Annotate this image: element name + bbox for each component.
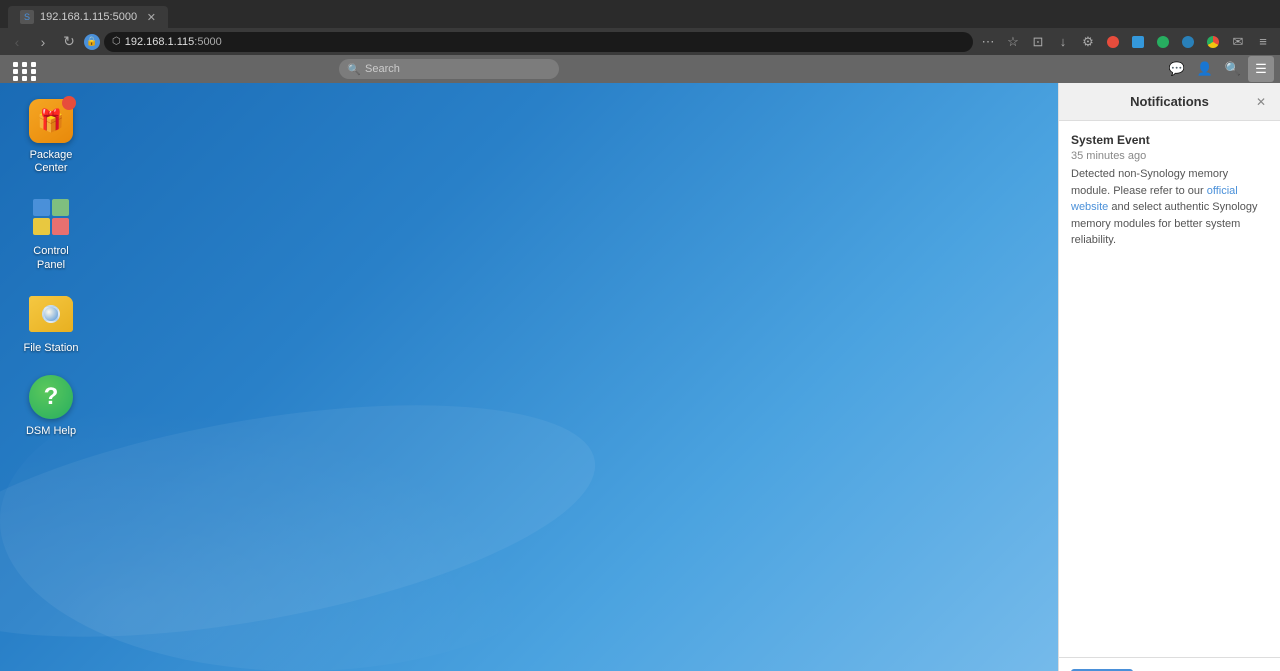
grid-dot — [13, 62, 18, 67]
ctrl-tile-2 — [52, 199, 69, 216]
grid-dot — [31, 76, 36, 81]
address-text: 192.168.1.115:5000 — [125, 36, 222, 48]
notifications-close-button[interactable]: ✕ — [1252, 93, 1270, 111]
ext-green-icon[interactable] — [1152, 31, 1174, 53]
ext-blue-icon[interactable] — [1177, 31, 1199, 53]
ctrl-tile-1 — [33, 199, 50, 216]
tab-close[interactable]: ✕ — [147, 11, 156, 24]
search-icon: 🔍 — [347, 63, 361, 76]
notification-text-before: Detected non-Synology memory module. Ple… — [1071, 168, 1228, 197]
dsm-taskbar: 🔍 💬 👤 🔍 ☰ — [0, 55, 1280, 83]
notifications-panel: Notifications ✕ System Event 35 minutes … — [1058, 83, 1280, 671]
back-button[interactable]: ‹ — [6, 31, 28, 53]
ext-red-icon[interactable] — [1102, 31, 1124, 53]
browser-nav: ‹ › ↻ 🔒 ⬡ 192.168.1.115:5000 ⋯ ☆ ⊡ ↓ ⚙ ✉… — [0, 28, 1280, 55]
nav-right-icons: ⋯ ☆ ⊡ ↓ ⚙ ✉ ≡ — [977, 31, 1274, 53]
download-button[interactable]: ↓ — [1052, 31, 1074, 53]
desktop: 🎁 PackageCenter Control Panel — [0, 83, 1280, 671]
reader-button[interactable]: ⊡ — [1027, 31, 1049, 53]
help-question-icon: ? — [44, 383, 59, 411]
taskbar-left — [0, 55, 40, 83]
search-input[interactable] — [365, 63, 551, 75]
extension1-button[interactable]: ⚙ — [1077, 31, 1099, 53]
file-lens-icon — [42, 305, 60, 323]
grid-dot — [31, 69, 36, 74]
ctrl-tile-3 — [33, 218, 50, 235]
dsm-help-icon[interactable]: ? DSM Help — [15, 369, 87, 442]
file-station-icon[interactable]: File Station — [15, 286, 87, 359]
notification-time: 35 minutes ago — [1071, 150, 1268, 162]
extensions-button[interactable]: ⋯ — [977, 31, 999, 53]
notification-event-title: System Event — [1071, 133, 1268, 147]
control-panel-label: Control Panel — [19, 245, 83, 271]
address-bar[interactable]: ⬡ 192.168.1.115:5000 — [104, 32, 973, 52]
tracking-icon: ⬡ — [112, 36, 121, 47]
user-icon-button[interactable]: 👤 — [1192, 56, 1218, 82]
grid-dot — [13, 76, 18, 81]
control-panel-image — [27, 193, 75, 241]
chat-icon-button[interactable]: 💬 — [1164, 56, 1190, 82]
notifications-body: System Event 35 minutes ago Detected non… — [1059, 121, 1280, 657]
notifications-title: Notifications — [1071, 94, 1268, 109]
ctrl-tile-4 — [52, 218, 69, 235]
notifications-header: Notifications ✕ — [1059, 83, 1280, 121]
dsm-help-label: DSM Help — [26, 425, 76, 438]
file-station-label: File Station — [23, 342, 78, 355]
grid-dot — [22, 69, 27, 74]
app-grid-button[interactable] — [6, 55, 34, 83]
package-center-graphic: 🎁 — [29, 99, 73, 143]
file-station-graphic — [29, 296, 73, 332]
package-center-icon[interactable]: 🎁 PackageCenter — [15, 93, 87, 179]
active-tab[interactable]: S 192.168.1.115:5000 ✕ — [8, 6, 168, 28]
browser-tabs: S 192.168.1.115:5000 ✕ — [0, 0, 1280, 28]
menu-button[interactable]: ≡ — [1252, 31, 1274, 53]
dsm-search-bar[interactable]: 🔍 — [339, 59, 559, 79]
ext-mail-icon[interactable]: ✉ — [1227, 31, 1249, 53]
notification-item: System Event 35 minutes ago Detected non… — [1071, 133, 1268, 249]
ext-synology-icon[interactable] — [1127, 31, 1149, 53]
notifications-icon-button[interactable]: ☰ — [1248, 56, 1274, 82]
tab-favicon: S — [20, 10, 34, 24]
browser-chrome: S 192.168.1.115:5000 ✕ ‹ › ↻ 🔒 ⬡ 192.168… — [0, 0, 1280, 55]
grid-dot — [13, 69, 18, 74]
file-station-image — [27, 290, 75, 338]
package-center-label: PackageCenter — [30, 149, 73, 175]
taskbar-right: 💬 👤 🔍 ☰ — [1158, 56, 1280, 82]
grid-dot — [22, 76, 27, 81]
control-panel-icon[interactable]: Control Panel — [15, 189, 87, 275]
package-bow-icon: 🎁 — [37, 108, 64, 134]
address-port: :5000 — [194, 36, 222, 48]
grid-dot — [22, 62, 27, 67]
security-icon: 🔒 — [84, 34, 100, 50]
package-center-image: 🎁 — [27, 97, 75, 145]
ext-chrome-icon[interactable] — [1202, 31, 1224, 53]
notification-text: Detected non-Synology memory module. Ple… — [1071, 166, 1268, 249]
address-host: 192.168.1.115 — [125, 36, 195, 48]
refresh-button[interactable]: ↻ — [58, 31, 80, 53]
dsm-help-image: ? — [27, 373, 75, 421]
forward-button[interactable]: › — [32, 31, 54, 53]
grid-dot — [31, 62, 36, 67]
dsm-help-graphic: ? — [29, 375, 73, 419]
search-icon-button[interactable]: 🔍 — [1220, 56, 1246, 82]
bookmark-button[interactable]: ☆ — [1002, 31, 1024, 53]
notifications-footer: Show All Clear All — [1059, 657, 1280, 671]
desktop-icons: 🎁 PackageCenter Control Panel — [15, 93, 87, 442]
control-panel-graphic — [29, 195, 73, 239]
tab-label: 192.168.1.115:5000 — [40, 11, 137, 23]
